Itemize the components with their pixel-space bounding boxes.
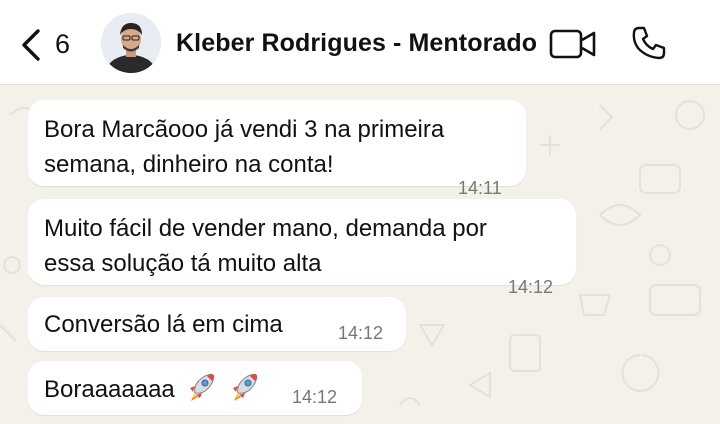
- message-line: Bora Marcãooo já vendi 3 na primeira: [44, 116, 445, 143]
- avatar-photo: [101, 13, 161, 73]
- chat-header: 6 Kleber Rodrigues - Mentorado: [0, 0, 720, 85]
- chevron-left-icon[interactable]: [20, 28, 42, 62]
- message-text: Muito fácil de vender mano, demanda por …: [44, 211, 487, 281]
- message-bubble[interactable]: Bora Marcãooo já vendi 3 na primeira sem…: [28, 100, 526, 198]
- message-timestamp: 14:12: [338, 323, 384, 343]
- chat-area[interactable]: Bora Marcãooo já vendi 3 na primeira sem…: [0, 85, 720, 424]
- message-line: Boraaaaaaa: [44, 376, 175, 403]
- message-line: Muito fácil de vender mano, demanda por: [44, 215, 487, 242]
- video-call-icon[interactable]: [549, 29, 597, 59]
- message-timestamp: 14:11: [458, 178, 502, 198]
- message-bubble[interactable]: Conversão lá em cima 14:12: [28, 297, 406, 351]
- phone-call-icon[interactable]: [631, 25, 667, 61]
- message-text: Bora Marcãooo já vendi 3 na primeira sem…: [44, 112, 444, 182]
- unread-count[interactable]: 6: [55, 29, 70, 60]
- contact-name[interactable]: Kleber Rodrigues - Mentorado: [176, 29, 537, 58]
- message-text: Boraaaaaaa: [44, 371, 260, 407]
- message-bubble[interactable]: Boraaaaaaa 14:12: [28, 361, 362, 415]
- rocket-icon: [233, 373, 258, 401]
- message-line: Conversão lá em cima: [44, 311, 283, 338]
- avatar[interactable]: [101, 13, 161, 73]
- message-text: Conversão lá em cima: [44, 307, 283, 342]
- message-timestamp: 14:12: [508, 277, 554, 297]
- message-bubble[interactable]: Muito fácil de vender mano, demanda por …: [28, 199, 576, 297]
- message-timestamp: 14:12: [292, 387, 338, 407]
- message-line: semana, dinheiro na conta!: [44, 151, 334, 178]
- rocket-icon: [190, 373, 215, 401]
- message-line: essa solução tá muito alta: [44, 250, 322, 277]
